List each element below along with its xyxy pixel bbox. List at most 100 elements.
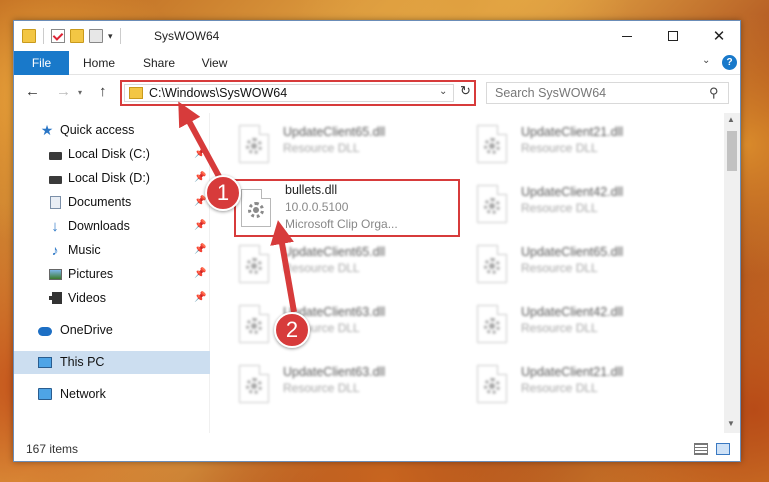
step-2-badge: 2 xyxy=(274,312,310,348)
pin-icon[interactable]: 📌 xyxy=(194,196,206,207)
properties-icon[interactable] xyxy=(51,29,65,43)
scroll-down-icon[interactable]: ▼ xyxy=(727,419,735,428)
vertical-scrollbar[interactable]: ▲ ▼ xyxy=(724,113,740,433)
sidebar-item-label: Network xyxy=(60,387,106,401)
help-icon[interactable]: ? xyxy=(722,55,737,70)
file-type: Resource DLL xyxy=(283,141,360,155)
dll-file-icon xyxy=(239,125,269,163)
sidebar-item-label: Local Disk (C:) xyxy=(68,147,150,161)
ribbon: File Home Share View ⌄ ? xyxy=(14,51,740,75)
tiles-view-icon[interactable] xyxy=(716,443,730,455)
status-bar: 167 items xyxy=(14,439,740,461)
sidebar-item-label: Music xyxy=(68,243,101,257)
dll-file-icon xyxy=(477,365,507,403)
navigation-bar: ← → ▾ ↑ C:\Windows\SysWOW64 ⌄ ↻ Search S… xyxy=(14,77,740,109)
tab-home[interactable]: Home xyxy=(74,51,124,75)
file-item[interactable]: UpdateClient42.dll Resource DLL xyxy=(449,299,679,347)
file-item[interactable]: UpdateClient63.dll Resource DLL xyxy=(211,299,441,347)
back-arrow-icon[interactable]: ← xyxy=(25,83,40,100)
file-name: UpdateClient21.dll xyxy=(521,365,624,379)
tab-share[interactable]: Share xyxy=(134,51,184,75)
scrollbar-thumb[interactable] xyxy=(727,131,737,171)
dll-file-icon xyxy=(477,245,507,283)
dll-file-icon xyxy=(241,189,271,227)
file-type: Resource DLL xyxy=(521,321,598,335)
maximize-button[interactable] xyxy=(650,21,696,51)
sidebar-item-label: Quick access xyxy=(60,123,135,137)
explorer-window: ▾ SysWOW64 ✕ File Home Share View ⌄ ? ← … xyxy=(13,20,741,462)
file-type: Resource DLL xyxy=(521,141,598,155)
sidebar-item-local-disk-d[interactable]: Local Disk (D:) 📌 xyxy=(14,167,210,190)
recent-locations-icon[interactable]: ▾ xyxy=(78,88,82,97)
qat-dropdown-icon[interactable]: ▾ xyxy=(108,31,113,42)
details-view-icon[interactable] xyxy=(694,443,708,455)
file-type: Resource DLL xyxy=(283,381,360,395)
file-item[interactable]: UpdateClient21.dll Resource DLL xyxy=(449,119,679,167)
address-bar-highlight: C:\Windows\SysWOW64 ⌄ ↻ xyxy=(120,80,476,106)
sidebar-item-label: This PC xyxy=(60,355,105,369)
new-folder-icon[interactable] xyxy=(70,29,84,43)
forward-arrow-icon[interactable]: → xyxy=(56,83,71,100)
dll-file-icon xyxy=(477,185,507,223)
search-placeholder: Search SysWOW64 xyxy=(495,86,607,100)
sidebar-item-label: Videos xyxy=(68,291,106,305)
pin-icon[interactable]: 📌 xyxy=(194,268,206,279)
close-button[interactable]: ✕ xyxy=(696,21,742,51)
drive-icon xyxy=(48,171,62,185)
file-item[interactable]: UpdateClient65.dll Resource DLL xyxy=(449,239,679,287)
search-input[interactable]: Search SysWOW64 ⚲ xyxy=(486,82,729,104)
minimize-button[interactable] xyxy=(604,21,650,51)
tab-file[interactable]: File xyxy=(14,51,69,75)
file-item-bullets-dll[interactable]: bullets.dll 10.0.0.5100 Microsoft Clip O… xyxy=(234,179,460,237)
cloud-icon xyxy=(38,323,52,337)
sidebar-item-music[interactable]: ♪ Music 📌 xyxy=(14,239,210,262)
tab-view[interactable]: View xyxy=(192,51,237,75)
window-title: SysWOW64 xyxy=(154,29,220,43)
sidebar-item-pictures[interactable]: Pictures 📌 xyxy=(14,263,210,286)
address-path[interactable]: C:\Windows\SysWOW64 xyxy=(149,86,287,100)
sidebar-item-downloads[interactable]: ↓ Downloads 📌 xyxy=(14,215,210,238)
sidebar-item-videos[interactable]: Videos 📌 xyxy=(14,287,210,310)
scroll-up-icon[interactable]: ▲ xyxy=(727,115,735,124)
file-item[interactable]: UpdateClient65.dll Resource DLL xyxy=(211,119,441,167)
dll-file-icon xyxy=(239,245,269,283)
file-item[interactable]: UpdateClient63.dll Resource DLL xyxy=(211,359,441,407)
expand-ribbon-icon[interactable]: ⌄ xyxy=(702,55,710,66)
title-bar: ▾ SysWOW64 ✕ xyxy=(14,21,740,51)
sidebar-item-quick-access[interactable]: ★ Quick access xyxy=(14,119,210,142)
file-item[interactable]: UpdateClient21.dll Resource DLL xyxy=(449,359,679,407)
sidebar-item-local-disk-c[interactable]: Local Disk (C:) 📌 xyxy=(14,143,210,166)
up-arrow-icon[interactable]: ↑ xyxy=(99,83,107,100)
sidebar-item-this-pc[interactable]: This PC xyxy=(14,351,210,374)
file-description: Microsoft Clip Orga... xyxy=(285,217,398,231)
chevron-down-icon[interactable]: ⌄ xyxy=(439,86,447,97)
customize-icon[interactable] xyxy=(89,29,103,43)
refresh-icon[interactable]: ↻ xyxy=(460,83,471,99)
drive-icon xyxy=(48,147,62,161)
sidebar-item-network[interactable]: Network xyxy=(14,383,210,406)
file-name: bullets.dll xyxy=(285,183,338,197)
sidebar-item-onedrive[interactable]: OneDrive xyxy=(14,319,210,342)
file-item[interactable]: UpdateClient65.dll Resource DLL xyxy=(211,239,441,287)
dll-file-icon xyxy=(239,365,269,403)
item-count: 167 items xyxy=(26,442,79,456)
pin-icon[interactable]: 📌 xyxy=(194,244,206,255)
sidebar-item-documents[interactable]: Documents 📌 xyxy=(14,191,210,214)
file-version: 10.0.0.5100 xyxy=(285,200,349,214)
dll-file-icon xyxy=(477,125,507,163)
file-list: UpdateClient65.dll Resource DLL UpdateCl… xyxy=(211,113,723,433)
file-item[interactable]: UpdateClient42.dll Resource DLL xyxy=(449,179,679,227)
file-name: UpdateClient42.dll xyxy=(521,305,624,319)
file-type: Resource DLL xyxy=(521,261,598,275)
pin-icon[interactable]: 📌 xyxy=(194,292,206,303)
address-bar[interactable]: C:\Windows\SysWOW64 ⌄ xyxy=(124,84,454,102)
pin-icon[interactable]: 📌 xyxy=(194,172,206,183)
computer-icon xyxy=(38,355,52,369)
sidebar-item-label: OneDrive xyxy=(60,323,113,337)
search-icon[interactable]: ⚲ xyxy=(709,85,719,101)
documents-icon xyxy=(48,195,62,209)
file-name: UpdateClient63.dll xyxy=(283,365,386,379)
pin-icon[interactable]: 📌 xyxy=(194,148,206,159)
pin-icon[interactable]: 📌 xyxy=(194,220,206,231)
folder-icon xyxy=(129,87,143,99)
